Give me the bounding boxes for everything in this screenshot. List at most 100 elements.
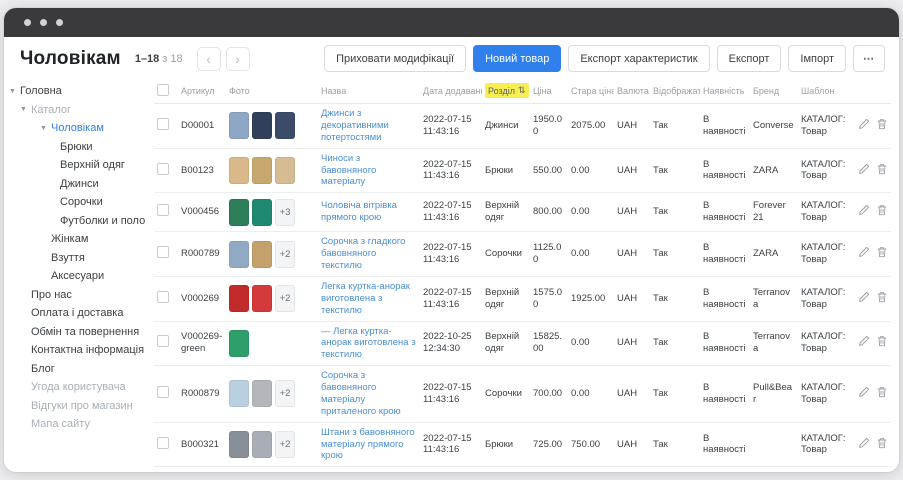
product-photo[interactable]	[275, 112, 295, 139]
edit-button[interactable]	[858, 335, 870, 351]
product-photo[interactable]	[229, 241, 249, 268]
expand-arrow-icon[interactable]: ▼	[9, 88, 17, 95]
sidebar-item[interactable]: Мапа сайту	[4, 415, 154, 434]
sidebar-item[interactable]: ▼Чоловікам	[4, 119, 154, 138]
more-photos-badge[interactable]: +3	[275, 199, 295, 226]
product-photo[interactable]	[252, 112, 272, 139]
column-header[interactable]: Наявність	[700, 78, 750, 104]
product-photo[interactable]	[252, 431, 272, 458]
next-page-button[interactable]: ›	[226, 47, 250, 71]
window-control-dot[interactable]	[24, 19, 31, 26]
product-name-link[interactable]: Чиноси з бавовняного матеріалу	[321, 153, 376, 188]
sidebar-item[interactable]: Оплата і доставка	[4, 304, 154, 323]
product-name-link[interactable]: Чоловіча вітрівка прямого крою	[321, 200, 397, 223]
column-header[interactable]: Відображати	[650, 78, 700, 104]
window-control-dot[interactable]	[40, 19, 47, 26]
more-actions-button[interactable]: ⋯	[853, 45, 885, 72]
product-photo[interactable]	[252, 380, 272, 407]
delete-button[interactable]	[876, 437, 888, 453]
row-checkbox[interactable]	[157, 163, 169, 175]
row-checkbox[interactable]	[157, 204, 169, 216]
edit-button[interactable]	[858, 204, 870, 220]
sidebar-item[interactable]: Взуття	[4, 249, 154, 268]
edit-button[interactable]	[858, 163, 870, 179]
edit-button[interactable]	[858, 437, 870, 453]
edit-button[interactable]	[858, 386, 870, 402]
prev-page-button[interactable]: ‹	[197, 47, 221, 71]
delete-button[interactable]	[876, 386, 888, 402]
product-photo[interactable]	[229, 431, 249, 458]
sidebar-item[interactable]: Брюки	[4, 138, 154, 157]
product-name-link[interactable]: — Легка куртка-анорак виготовлена з текс…	[321, 326, 416, 361]
product-photo[interactable]	[252, 157, 272, 184]
sidebar-item[interactable]: Джинси	[4, 175, 154, 194]
product-photo[interactable]	[229, 380, 249, 407]
edit-button[interactable]	[858, 246, 870, 262]
more-photos-badge[interactable]: +2	[275, 241, 295, 268]
column-header-sorted[interactable]: Розділ⇅	[485, 83, 529, 98]
hide-modifications-button[interactable]: Приховати модифікації	[324, 45, 466, 72]
column-header[interactable]: Бренд	[750, 78, 798, 104]
edit-button[interactable]	[858, 118, 870, 134]
sidebar-item[interactable]: Угода користувача	[4, 378, 154, 397]
expand-arrow-icon[interactable]: ▼	[40, 125, 48, 132]
product-photo[interactable]	[229, 112, 249, 139]
product-name-link[interactable]: Джинси з декоративними потертостями	[321, 108, 389, 143]
sidebar-item[interactable]: Блог	[4, 360, 154, 379]
row-checkbox[interactable]	[157, 386, 169, 398]
delete-button[interactable]	[876, 246, 888, 262]
column-header[interactable]: Ціна	[530, 78, 568, 104]
product-photo[interactable]	[229, 199, 249, 226]
product-photo[interactable]	[252, 285, 272, 312]
product-photo[interactable]	[229, 157, 249, 184]
column-header[interactable]: Назва	[318, 78, 420, 104]
export-button[interactable]: Експорт	[717, 45, 782, 72]
sidebar-item[interactable]: Футболки и поло	[4, 212, 154, 231]
product-photo[interactable]	[252, 241, 272, 268]
sidebar-item[interactable]: ▼Головна	[4, 82, 154, 101]
column-header[interactable]: Фото	[226, 78, 318, 104]
sidebar-item[interactable]: Про нас	[4, 286, 154, 305]
window-control-dot[interactable]	[56, 19, 63, 26]
column-header[interactable]: Стара ціна	[568, 78, 614, 104]
sidebar-item[interactable]: Верхній одяг	[4, 156, 154, 175]
column-header[interactable]: Шаблон	[798, 78, 852, 104]
row-checkbox[interactable]	[157, 335, 169, 347]
row-checkbox[interactable]	[157, 246, 169, 258]
product-name-link[interactable]: Сорочка з бавовняного матеріалу притален…	[321, 370, 401, 417]
expand-arrow-icon[interactable]: ▼	[20, 106, 28, 113]
delete-button[interactable]	[876, 118, 888, 134]
column-header[interactable]: Артикул	[178, 78, 226, 104]
product-name-link[interactable]: Легка куртка-анорак виготовлена з тексти…	[321, 281, 410, 316]
sidebar-item[interactable]: Сорочки	[4, 193, 154, 212]
row-checkbox[interactable]	[157, 118, 169, 130]
column-header[interactable]: Дата додавання	[420, 78, 482, 104]
sort-icon[interactable]: ⇅	[518, 85, 526, 96]
delete-button[interactable]	[876, 335, 888, 351]
product-name-link[interactable]: Штани з бавовняного матеріалу прямого кр…	[321, 427, 415, 462]
product-name-link[interactable]: Сорочка з гладкого бавовняного текстилю	[321, 236, 405, 271]
more-photos-badge[interactable]: +2	[275, 285, 295, 312]
select-all-checkbox[interactable]	[157, 84, 169, 96]
product-photo[interactable]	[275, 157, 295, 184]
delete-button[interactable]	[876, 291, 888, 307]
more-photos-badge[interactable]: +2	[275, 431, 295, 458]
column-header[interactable]: Валюта	[614, 78, 650, 104]
sidebar-item[interactable]: Жінкам	[4, 230, 154, 249]
delete-button[interactable]	[876, 204, 888, 220]
sidebar-item[interactable]: Обмін та повернення	[4, 323, 154, 342]
sidebar-item[interactable]: Контактна інформація	[4, 341, 154, 360]
export-characteristics-button[interactable]: Експорт характеристик	[568, 45, 709, 72]
product-photo[interactable]	[229, 330, 249, 357]
row-checkbox[interactable]	[157, 291, 169, 303]
more-photos-badge[interactable]: +2	[275, 380, 295, 407]
product-photo[interactable]	[252, 199, 272, 226]
product-photo[interactable]	[229, 285, 249, 312]
sidebar-item[interactable]: Аксесуари	[4, 267, 154, 286]
sidebar-item[interactable]: Відгуки про магазин	[4, 397, 154, 416]
delete-button[interactable]	[876, 163, 888, 179]
sidebar-item[interactable]: ▼Каталог	[4, 101, 154, 120]
edit-button[interactable]	[858, 291, 870, 307]
row-checkbox[interactable]	[157, 437, 169, 449]
import-button[interactable]: Імпорт	[788, 45, 846, 72]
